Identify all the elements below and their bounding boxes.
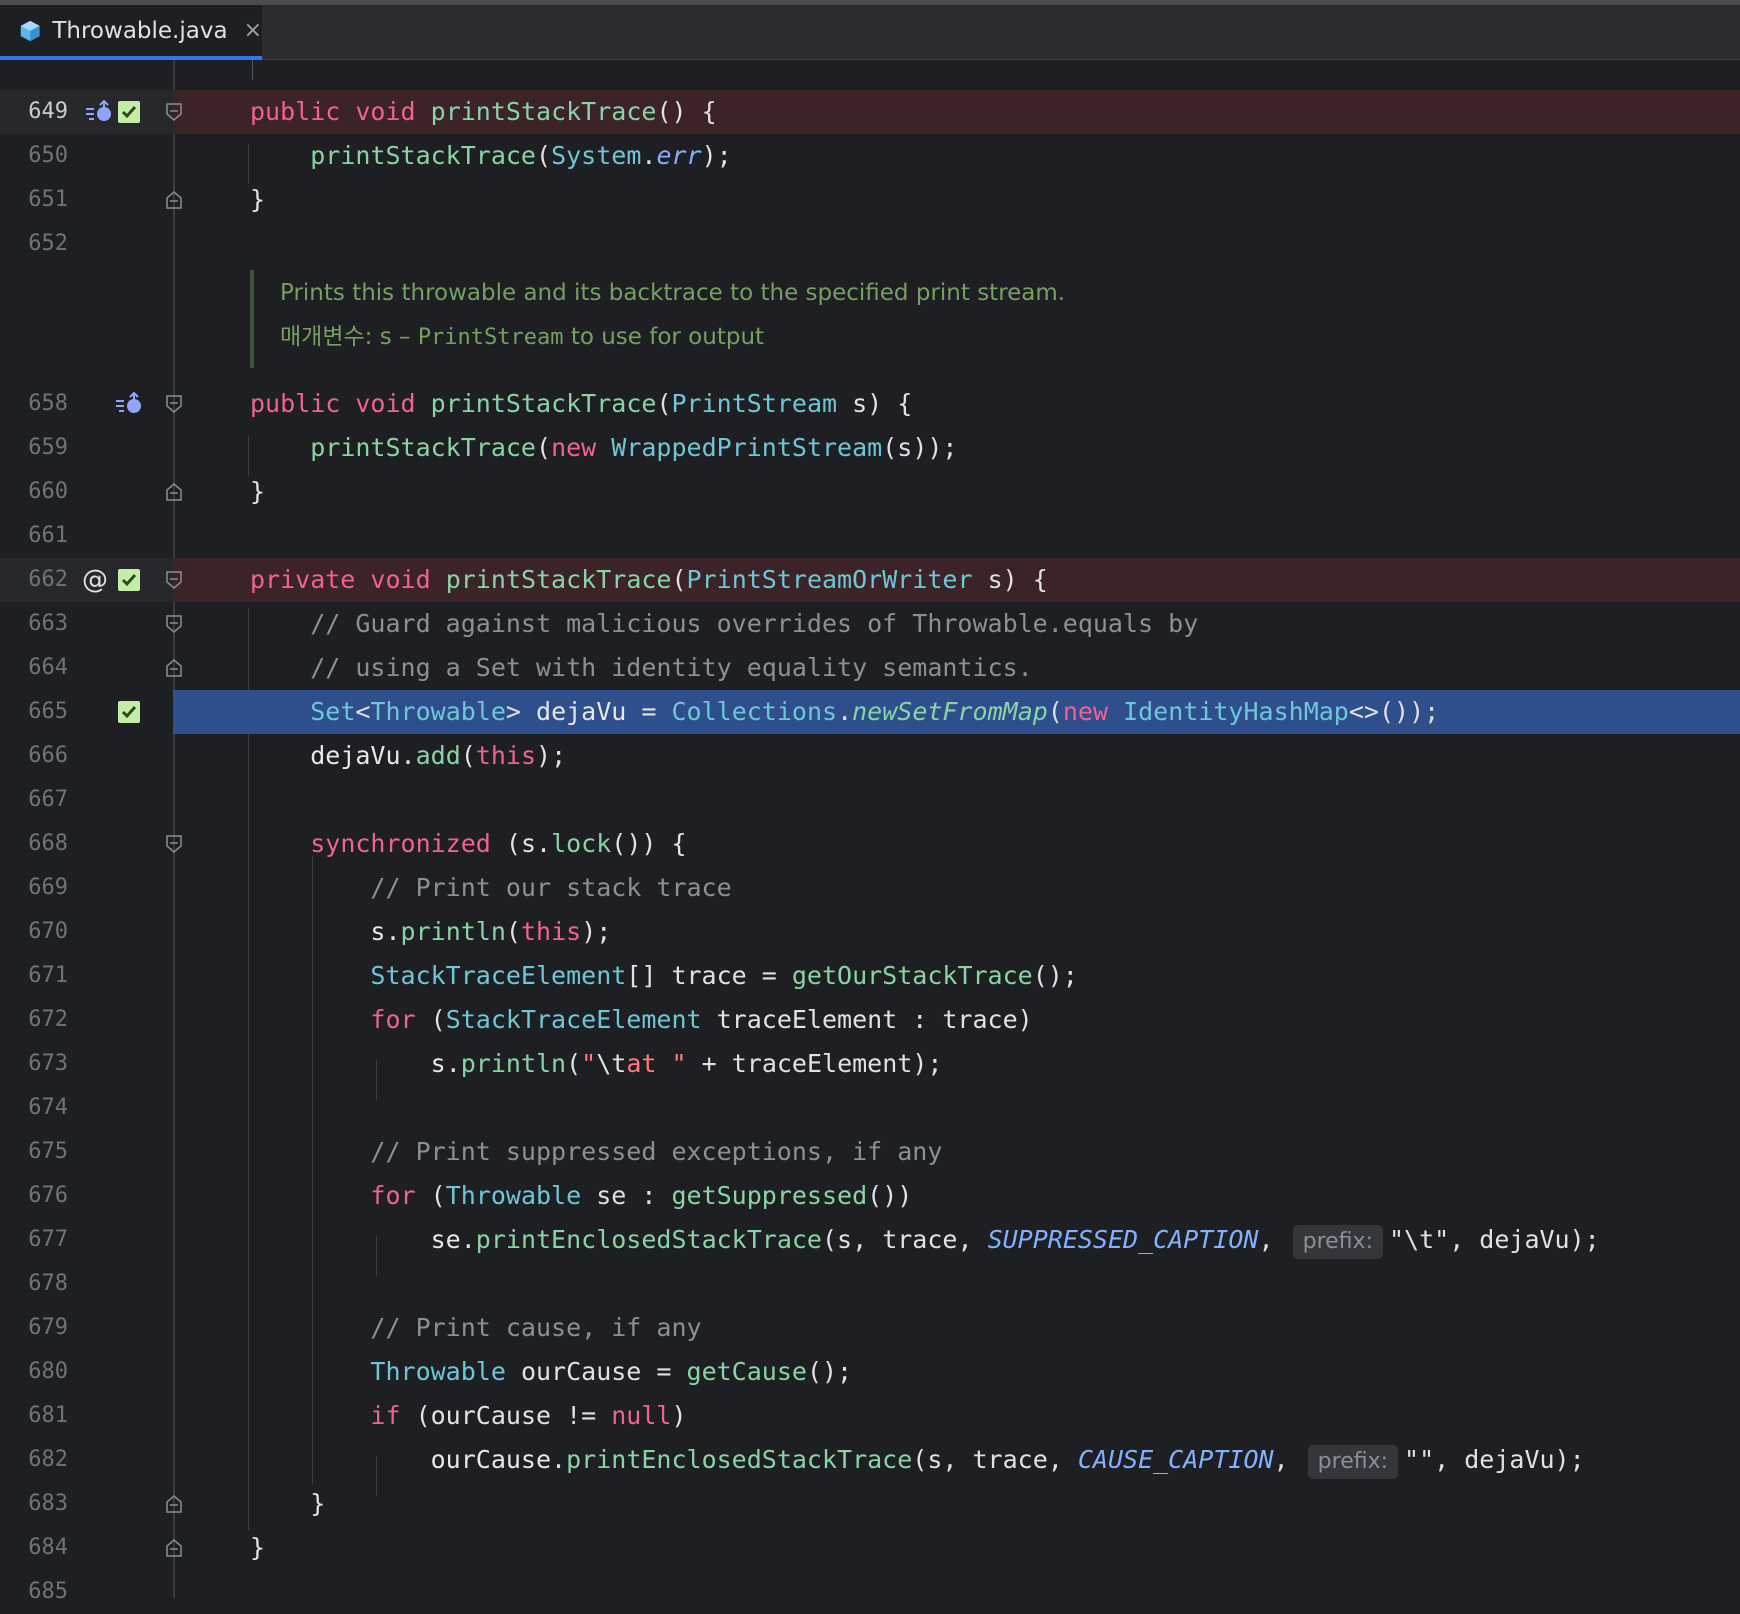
line-number: 668	[28, 831, 68, 856]
fold-icon[interactable]	[164, 832, 184, 856]
line-number: 662	[28, 567, 68, 592]
line-number: 671	[28, 963, 68, 988]
code-line[interactable]: 670 s.println(this);	[0, 910, 1740, 954]
code-line[interactable]: 679 // Print cause, if any	[0, 1306, 1740, 1350]
line-number: 665	[28, 699, 68, 724]
rendered-javadoc[interactable]: Prints this throwable and its backtrace …	[250, 270, 1350, 368]
line-number: 674	[28, 1095, 68, 1120]
code-line[interactable]: 681 if (ourCause != null)	[0, 1394, 1740, 1438]
line-number: 673	[28, 1051, 68, 1076]
tab-throwable-java[interactable]: Throwable.java ×	[0, 5, 262, 60]
fold-icon[interactable]	[164, 480, 184, 504]
code-line[interactable]: 659 printStackTrace(new WrappedPrintStre…	[0, 426, 1740, 470]
line-number: 650	[28, 143, 68, 168]
checkmark-icon[interactable]	[118, 701, 140, 723]
at-icon[interactable]: @	[82, 558, 108, 595]
code-line[interactable]: 683 }	[0, 1482, 1740, 1526]
javadoc-description: Prints this throwable and its backtrace …	[280, 280, 1066, 306]
line-number: 681	[28, 1403, 68, 1428]
line-number: 676	[28, 1183, 68, 1208]
code-line[interactable]: 680 Throwable ourCause = getCause();	[0, 1350, 1740, 1394]
line-number: 679	[28, 1315, 68, 1340]
code-line[interactable]: 661	[0, 514, 1740, 558]
line-number: 670	[28, 919, 68, 944]
fold-icon[interactable]	[164, 100, 184, 124]
fold-icon[interactable]	[164, 568, 184, 592]
code-line[interactable]: 650 printStackTrace(System.err);	[0, 134, 1740, 178]
code-line[interactable]: 664 // using a Set with identity equalit…	[0, 646, 1740, 690]
code-line[interactable]: 672 for (StackTraceElement traceElement …	[0, 998, 1740, 1042]
code-line[interactable]: 685	[0, 1570, 1740, 1614]
code-line[interactable]: 684 }	[0, 1526, 1740, 1570]
line-number: 672	[28, 1007, 68, 1032]
code-line[interactable]: 651 }	[0, 178, 1740, 222]
code-line[interactable]: 682 ourCause.printEnclosedStackTrace(s, …	[0, 1438, 1740, 1482]
code-line[interactable]: 673 s.println("\tat " + traceElement);	[0, 1042, 1740, 1086]
code-line[interactable]: 660 }	[0, 470, 1740, 514]
code-editor[interactable]: 649 public void printStackTrace() { 650 …	[0, 60, 1740, 1604]
code-line[interactable]: 676 for (Throwable se : getSuppressed())	[0, 1174, 1740, 1218]
code-line-selected[interactable]: 665 Set<Throwable> dejaVu = Collections.…	[0, 690, 1740, 734]
fold-icon[interactable]	[164, 656, 184, 680]
line-number: 652	[28, 231, 68, 256]
fold-icon[interactable]	[164, 612, 184, 636]
close-icon[interactable]: ×	[244, 18, 262, 43]
parameter-hint: prefix:	[1292, 1225, 1383, 1259]
line-number: 678	[28, 1271, 68, 1296]
line-number: 664	[28, 655, 68, 680]
code-line[interactable]: 663 // Guard against malicious overrides…	[0, 602, 1740, 646]
line-number: 682	[28, 1447, 68, 1472]
checkmark-icon[interactable]	[118, 101, 140, 123]
code-line[interactable]: 671 StackTraceElement[] trace = getOurSt…	[0, 954, 1740, 998]
fold-icon[interactable]	[164, 1536, 184, 1560]
checkmark-icon[interactable]	[118, 569, 140, 591]
line-number: 677	[28, 1227, 68, 1252]
line-number: 661	[28, 523, 68, 548]
code-line[interactable]: 666 dejaVu.add(this);	[0, 734, 1740, 778]
fold-icon[interactable]	[164, 1492, 184, 1516]
line-number: 666	[28, 743, 68, 768]
line-number: 685	[28, 1579, 68, 1604]
line-number: 683	[28, 1491, 68, 1516]
code-line[interactable]: 668 synchronized (s.lock()) {	[0, 822, 1740, 866]
line-number: 663	[28, 611, 68, 636]
line-number: 669	[28, 875, 68, 900]
line-number: 651	[28, 187, 68, 212]
implementing-method-icon[interactable]	[114, 392, 144, 416]
line-number: 649	[28, 99, 68, 124]
parameter-hint: prefix:	[1307, 1445, 1399, 1479]
fold-icon[interactable]	[164, 392, 184, 416]
code-line[interactable]: 662 @ private void printStackTrace(Print…	[0, 558, 1740, 602]
line-number: 684	[28, 1535, 68, 1560]
line-number: 658	[28, 391, 68, 416]
code-line[interactable]: 667	[0, 778, 1740, 822]
line-number: 680	[28, 1359, 68, 1384]
code-line[interactable]: 649 public void printStackTrace() {	[0, 90, 1740, 134]
code-line[interactable]: 652	[0, 222, 1740, 266]
line-number: 659	[28, 435, 68, 460]
javadoc-param: 매개변수: s – PrintStream to use for output	[280, 324, 765, 350]
implementing-method-icon[interactable]	[84, 100, 114, 124]
line-number: 675	[28, 1139, 68, 1164]
java-class-icon	[20, 20, 40, 41]
indent-guide	[252, 60, 253, 80]
code-line[interactable]: 678	[0, 1262, 1740, 1306]
tab-title: Throwable.java	[52, 17, 228, 44]
code-line[interactable]: 674	[0, 1086, 1740, 1130]
code-line[interactable]: 669 // Print our stack trace	[0, 866, 1740, 910]
code-line[interactable]: 658 public void printStackTrace(PrintStr…	[0, 382, 1740, 426]
code-line[interactable]: 677 se.printEnclosedStackTrace(s, trace,…	[0, 1218, 1740, 1262]
editor-tab-bar: Throwable.java ×	[0, 0, 1740, 60]
line-number: 660	[28, 479, 68, 504]
fold-icon[interactable]	[164, 188, 184, 212]
line-number: 667	[28, 787, 68, 812]
code-line[interactable]: 675 // Print suppressed exceptions, if a…	[0, 1130, 1740, 1174]
